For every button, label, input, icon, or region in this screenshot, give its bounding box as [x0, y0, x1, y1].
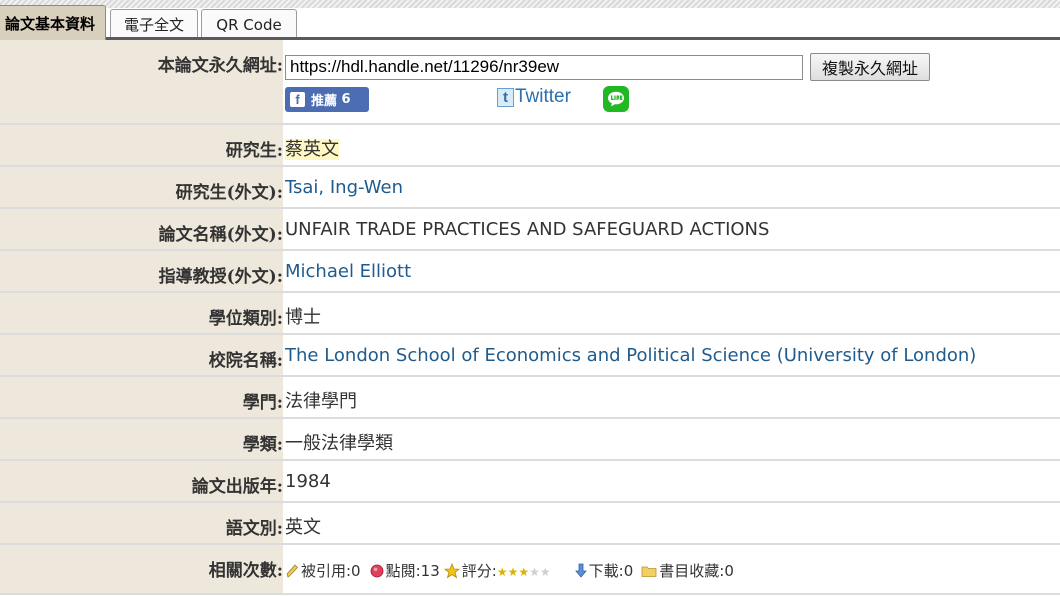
permalink-cell: 複製永久網址 f 推薦 6 t Twitter	[284, 40, 1060, 125]
field-label: 論文出版年:	[191, 477, 283, 497]
researcher-name: 蔡英文	[285, 139, 339, 160]
field-label: 相關次數:	[208, 561, 283, 581]
pencil-icon	[286, 563, 299, 578]
language-value: 英文	[285, 517, 321, 538]
discipline-value: 法律學門	[285, 391, 357, 412]
tab-qr-code[interactable]: QR Code	[201, 9, 297, 39]
cited-count: 被引用:0	[285, 560, 361, 581]
row-discipline: 學門: 法律學門	[0, 376, 1060, 419]
field-label: 論文名稱(外文):	[158, 225, 283, 245]
permalink-row: 本論文永久網址: 複製永久網址 f 推薦 6 t Twitter	[0, 40, 1060, 125]
line-share-button[interactable]	[603, 86, 629, 112]
folder-icon	[641, 566, 657, 577]
star-empty-icon[interactable]: ★	[529, 565, 540, 579]
star-icon	[443, 562, 460, 578]
field-label: 研究生(外文):	[175, 183, 283, 203]
star-filled-icon[interactable]: ★	[518, 565, 529, 579]
field-label: 學類:	[242, 435, 283, 455]
rating-stars: ★★★★★	[497, 562, 551, 580]
advisor-link[interactable]: Michael Elliott	[285, 261, 411, 282]
star-filled-icon[interactable]: ★	[497, 565, 508, 579]
field-label: 語文別:	[225, 519, 283, 539]
download-arrow-icon	[574, 563, 587, 578]
facebook-icon: f	[290, 92, 305, 107]
row-advisor-foreign: 指導教授(外文): Michael Elliott	[0, 250, 1060, 293]
school-link[interactable]: The London School of Economics and Polit…	[285, 345, 976, 366]
degree-value: 博士	[285, 307, 321, 328]
star-empty-icon[interactable]: ★	[540, 565, 551, 579]
view-count: 點閱:13	[370, 560, 440, 581]
row-publication-year: 論文出版年: 1984	[0, 460, 1060, 503]
metadata-table: 本論文永久網址: 複製永久網址 f 推薦 6 t Twitter	[0, 40, 1060, 595]
twitter-icon: t	[497, 87, 514, 107]
researcher-foreign-link[interactable]: Tsai, Ing-Wen	[285, 177, 403, 198]
permalink-input[interactable]	[285, 54, 803, 80]
field-label: 研究生:	[225, 141, 283, 161]
facebook-share-button[interactable]: f 推薦 6	[285, 87, 369, 112]
tab-basic-info[interactable]: 論文基本資料	[0, 5, 106, 40]
publication-year: 1984	[285, 471, 331, 492]
field-label: 學門:	[242, 393, 283, 413]
thesis-title: UNFAIR TRADE PRACTICES AND SAFEGUARD ACT…	[285, 219, 770, 240]
bookmark-count: 書目收藏:0	[641, 560, 734, 581]
line-icon	[608, 91, 624, 107]
twitter-share-button[interactable]: t Twitter	[497, 86, 571, 108]
category-value: 一般法律學類	[285, 433, 393, 454]
eye-icon	[370, 564, 384, 577]
field-label: 校院名稱:	[208, 351, 283, 371]
copy-permalink-button[interactable]: 複製永久網址	[810, 53, 930, 81]
tab-fulltext[interactable]: 電子全文	[110, 9, 198, 39]
row-researcher-foreign: 研究生(外文): Tsai, Ing-Wen	[0, 166, 1060, 209]
row-degree: 學位類別: 博士	[0, 292, 1060, 335]
row-school: 校院名稱: The London School of Economics and…	[0, 334, 1060, 377]
stats-bar: 被引用:0 點閱:13 評分: ★★★★★ 下載:0 書目收藏:0	[285, 545, 1060, 581]
field-label: 學位類別:	[208, 309, 283, 329]
row-researcher: 研究生: 蔡英文	[0, 124, 1060, 167]
field-label: 指導教授(外文):	[158, 267, 283, 287]
star-filled-icon[interactable]: ★	[508, 565, 519, 579]
row-language: 語文別: 英文	[0, 502, 1060, 545]
download-count: 下載:0	[574, 560, 633, 581]
row-category: 學類: 一般法律學類	[0, 418, 1060, 461]
row-statistics: 相關次數: 被引用:0 點閱:13 評分: ★★★★★ 下載:0 書目收藏:0	[0, 544, 1060, 595]
facebook-count: 6	[341, 92, 351, 107]
rating: 評分: ★★★★★	[443, 560, 551, 581]
permalink-label: 本論文永久網址:	[0, 40, 285, 125]
row-thesis-title-foreign: 論文名稱(外文): UNFAIR TRADE PRACTICES AND SAF…	[0, 208, 1060, 251]
tab-bar: 論文基本資料 電子全文 QR Code	[0, 5, 1060, 40]
social-share-bar: f 推薦 6 t Twitter	[285, 86, 1060, 119]
